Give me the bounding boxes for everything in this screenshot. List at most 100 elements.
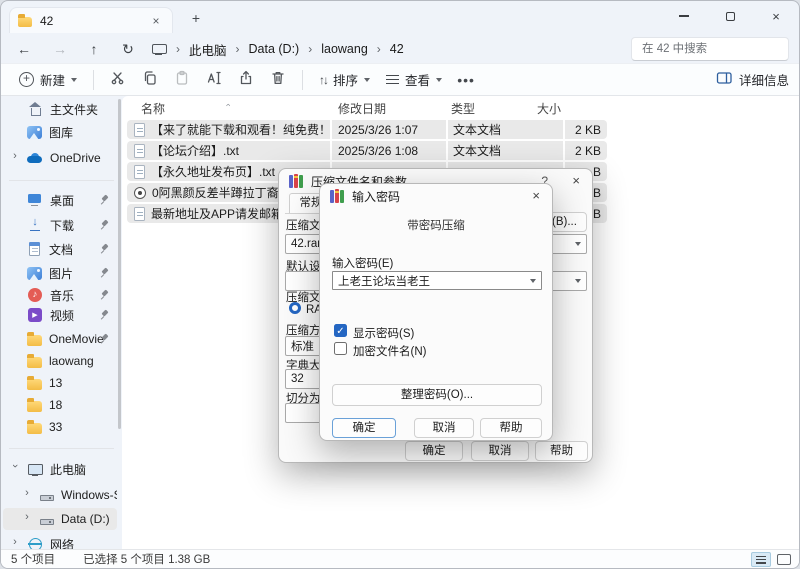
tab-close-icon[interactable]: × [148, 14, 164, 28]
desktop-icon [27, 192, 43, 208]
delete-button[interactable] [262, 67, 294, 93]
minimize-button[interactable] [661, 1, 707, 31]
sidebar-item-documents[interactable]: 文档 [3, 238, 117, 260]
chevron-down-icon[interactable]: › [9, 461, 21, 471]
breadcrumb-this-pc[interactable]: 此电脑 [189, 40, 227, 59]
sidebar-item-desktop[interactable]: 桌面 [3, 189, 117, 211]
copy-button[interactable] [134, 67, 166, 93]
search-input[interactable] [640, 42, 798, 56]
file-type: 文本文档 [453, 121, 501, 138]
sidebar-item-videos[interactable]: 视频 [3, 304, 117, 326]
sidebar-item-33[interactable]: 33 [3, 416, 117, 438]
sort-arrows-icon: ↑↓ [319, 73, 327, 87]
column-header-date[interactable]: 修改日期 [338, 100, 386, 117]
breadcrumb-42[interactable]: 42 [390, 42, 404, 56]
maximize-button[interactable] [707, 1, 753, 31]
sort-button[interactable]: ↑↓ 排序 [311, 66, 378, 93]
sidebar-item-home[interactable]: 主文件夹 [3, 98, 117, 120]
sidebar-item-13[interactable]: 13 [3, 372, 117, 394]
help-button[interactable]: 帮助 [535, 441, 588, 461]
back-button[interactable]: ← [9, 36, 39, 62]
close-window-button[interactable]: × [753, 1, 799, 31]
sort-label: 排序 [333, 70, 358, 89]
close-icon[interactable]: × [532, 188, 540, 203]
folder-icon [27, 379, 42, 390]
toolbar-divider [93, 70, 94, 90]
maximize-icon [726, 12, 735, 21]
column-header-type[interactable]: 类型 [451, 100, 475, 117]
document-icon [29, 242, 40, 256]
file-row[interactable]: 【论坛介绍】.txt 2025/3/26 1:08 文本文档 2 KB [127, 141, 607, 160]
sidebar-item-music[interactable]: 音乐 [3, 284, 117, 306]
pin-icon [100, 334, 110, 345]
help-button[interactable]: 帮助 [480, 418, 542, 438]
file-row[interactable]: 【来了就能下载和观看！纯免费！】.txt 2025/3/26 1:07 文本文档… [127, 120, 607, 139]
details-view-toggle[interactable] [751, 552, 771, 567]
chevron-right-icon: › [377, 42, 381, 56]
pin-icon [100, 268, 110, 279]
show-password-checkbox[interactable]: ✓ [334, 324, 347, 337]
txt-file-icon [134, 144, 145, 158]
view-button[interactable]: 查看 [378, 66, 450, 93]
view-toggles [751, 552, 791, 567]
txt-file-icon [134, 207, 145, 221]
ok-button[interactable]: 确定 [332, 418, 396, 438]
sidebar-item-onedrive[interactable]: ›OneDrive [3, 147, 117, 169]
sidebar-item-onemovie[interactable]: OneMovie [3, 328, 117, 350]
password-input[interactable] [333, 275, 530, 287]
more-options-button[interactable]: ••• [450, 67, 482, 93]
new-button[interactable]: 新建 [11, 66, 85, 93]
search-box [631, 37, 789, 61]
share-button[interactable] [230, 67, 262, 93]
navigation-pane: 主文件夹 图库 ›OneDrive 桌面 下载 文档 图片 音乐 视频 OneM… [1, 96, 122, 549]
sidebar-item-gallery[interactable]: 图库 [3, 121, 117, 143]
sidebar-item-18[interactable]: 18 [3, 394, 117, 416]
sidebar-item-downloads[interactable]: 下载 [3, 214, 117, 236]
sidebar-item-this-pc[interactable]: ›此电脑 [3, 458, 117, 480]
scissors-icon [110, 70, 126, 89]
column-header-size[interactable]: 大小 [526, 100, 561, 117]
sidebar-item-data-d[interactable]: ›Data (D:) [3, 508, 117, 530]
rename-button[interactable] [198, 67, 230, 93]
details-pane-button[interactable]: 详细信息 [716, 70, 789, 89]
cancel-button[interactable]: 取消 [414, 418, 474, 438]
file-type: 文本文档 [453, 142, 501, 159]
organize-passwords-button[interactable]: 整理密码(O)... [332, 384, 542, 406]
paste-button[interactable] [166, 67, 198, 93]
explorer-tab[interactable]: 42 × [9, 7, 173, 33]
forward-button[interactable]: → [45, 36, 75, 62]
chevron-right-icon[interactable]: › [10, 536, 20, 548]
close-icon[interactable]: × [572, 173, 580, 188]
sidebar-item-pictures[interactable]: 图片 [3, 262, 117, 284]
column-header-name[interactable]: 名称 [141, 100, 165, 117]
up-button[interactable]: ↑ [79, 36, 109, 62]
chevron-down-icon [575, 242, 581, 246]
icons-view-toggle[interactable] [777, 554, 791, 565]
breadcrumb-data-d[interactable]: Data (D:) [249, 42, 300, 56]
rar-format-radio[interactable] [289, 302, 301, 314]
chevron-down-icon[interactable] [530, 279, 536, 283]
cut-button[interactable] [102, 67, 134, 93]
sort-ascending-icon: › [223, 104, 233, 107]
sidebar-item-windows-ssd[interactable]: ›Windows-SSD [3, 484, 117, 506]
txt-file-icon [134, 123, 145, 137]
breadcrumb-laowang[interactable]: laowang [321, 42, 368, 56]
drive-icon [40, 519, 54, 525]
chevron-down-icon [364, 78, 370, 82]
ok-button[interactable]: 确定 [405, 441, 463, 461]
view-label: 查看 [405, 70, 430, 89]
chevron-right-icon[interactable]: › [22, 487, 32, 499]
chevron-right-icon[interactable]: › [10, 150, 20, 162]
winrar-icon [330, 189, 345, 203]
new-tab-button[interactable]: + [185, 9, 207, 29]
sidebar-separator [9, 180, 114, 181]
details-label: 详细信息 [739, 70, 789, 89]
encrypt-filenames-checkbox[interactable] [334, 342, 347, 355]
file-name: 【论坛介绍】.txt [151, 142, 239, 159]
cancel-button[interactable]: 取消 [471, 441, 529, 461]
sidebar-item-laowang[interactable]: laowang [3, 350, 117, 372]
refresh-button[interactable]: ↻ [113, 36, 143, 62]
dialog-titlebar[interactable]: 输入密码 [320, 184, 552, 208]
chevron-right-icon[interactable]: › [22, 511, 32, 523]
download-icon [27, 217, 43, 233]
